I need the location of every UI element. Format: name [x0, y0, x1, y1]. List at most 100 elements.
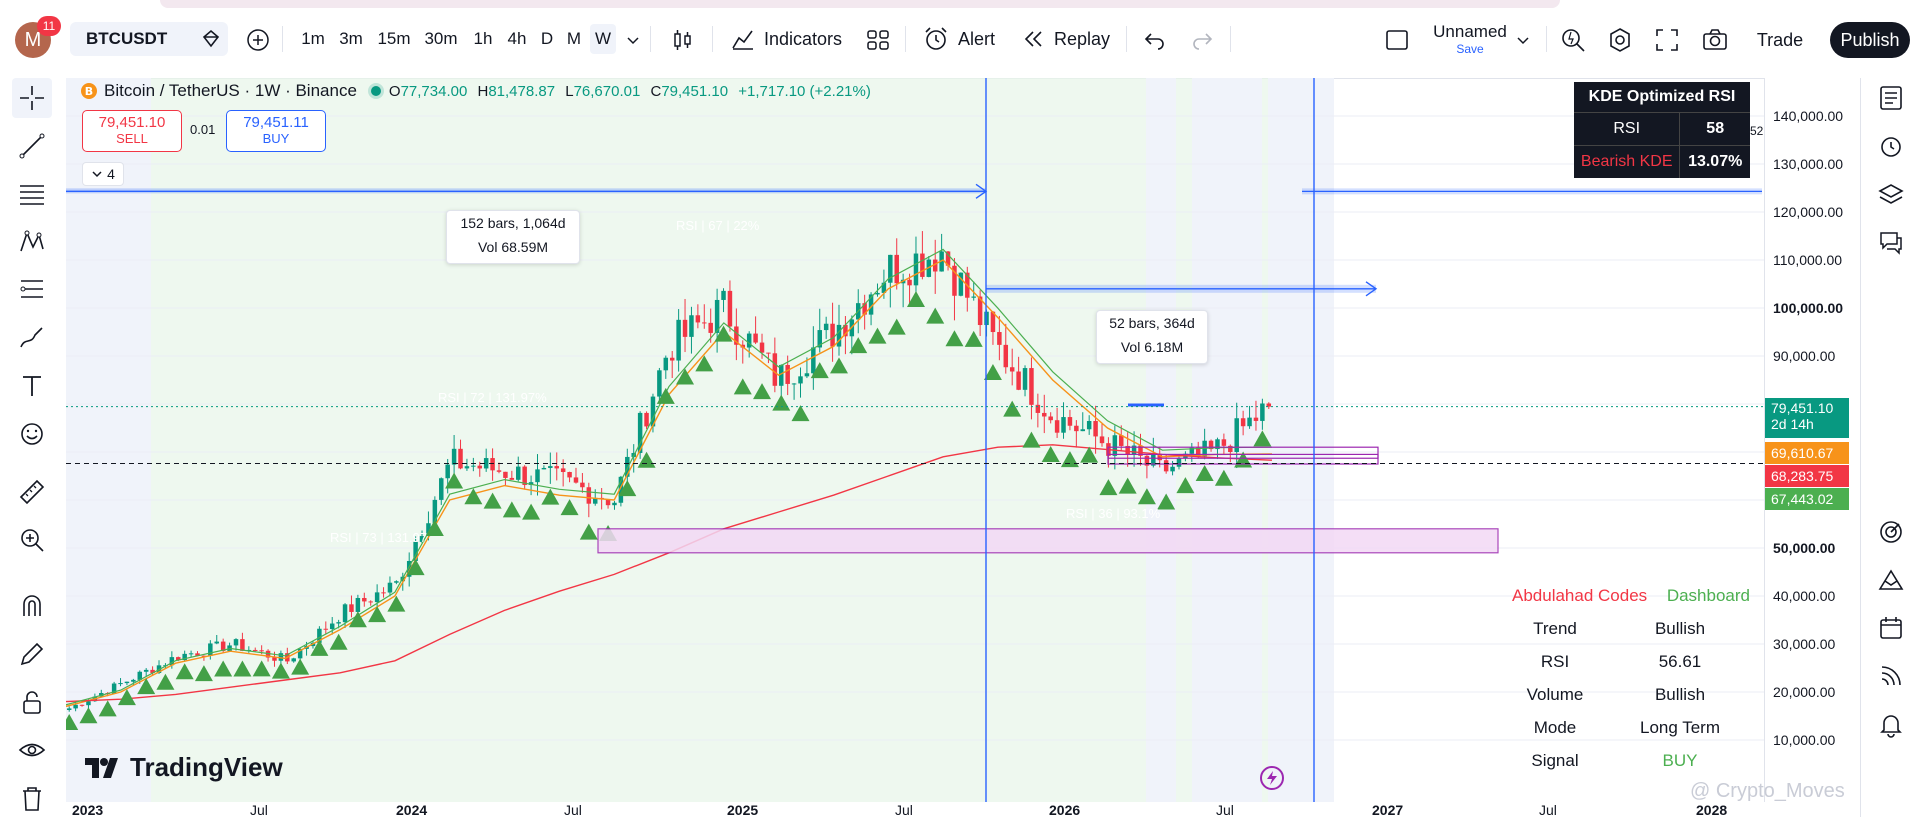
camera-icon[interactable] [1701, 27, 1729, 53]
replay-button[interactable]: Replay [1022, 22, 1110, 56]
widget-bar [1860, 78, 1919, 817]
candle-body [349, 604, 354, 612]
layers-button[interactable] [1873, 176, 1909, 212]
candle-body [1080, 429, 1086, 432]
divider [1126, 26, 1127, 52]
tf-4h[interactable]: 4h [502, 24, 532, 54]
candle-body [1093, 420, 1098, 437]
measure-2-vol: Vol 6.18M [1120, 339, 1184, 355]
ideas-button[interactable] [1873, 562, 1909, 598]
pattern-tool[interactable] [12, 222, 52, 262]
avatar[interactable]: M 11 [15, 16, 61, 58]
trash-tool[interactable] [12, 778, 52, 818]
layout-square-icon[interactable] [1384, 27, 1410, 53]
spread-value: 0.01 [190, 122, 216, 137]
fib-tool[interactable] [12, 174, 52, 214]
compare-add-icon[interactable] [245, 27, 271, 53]
publish-button[interactable]: Publish [1830, 22, 1910, 58]
measure-box-2[interactable]: 52 bars, 364d Vol 6.18M [1096, 310, 1208, 364]
buy-label: BUY [262, 131, 290, 146]
candle-body [727, 290, 733, 327]
tf-w[interactable]: W [590, 24, 616, 54]
redo-icon[interactable] [1190, 28, 1214, 52]
low-label: L [565, 82, 574, 100]
chat-button[interactable] [1873, 224, 1909, 260]
tf-m[interactable]: M [562, 24, 586, 54]
magnet-tool[interactable] [12, 586, 52, 626]
candle-body [669, 357, 675, 361]
bell-icon [1880, 715, 1902, 738]
candle-body [490, 458, 495, 471]
top-toolbar: M 11 BTCUSDT 1m 3m 15m 30m 1h 4h D M W I… [0, 0, 1919, 79]
candle-body [1221, 439, 1227, 446]
high-label: H [477, 82, 489, 100]
fullscreen-icon[interactable] [1654, 27, 1680, 53]
text-tool[interactable] [12, 366, 52, 406]
tf-1h[interactable]: 1h [468, 24, 498, 54]
candle-body [836, 324, 842, 347]
chevron-down-icon [92, 171, 102, 178]
settings-gear-icon[interactable] [1606, 26, 1634, 54]
undo-icon[interactable] [1143, 28, 1167, 52]
visibility-tool[interactable] [12, 730, 52, 770]
indicators-button[interactable]: Indicators [730, 22, 842, 56]
lightning-icon[interactable] [1260, 766, 1284, 790]
price-tick: 120,000.00 [1773, 204, 1844, 220]
buy-button[interactable]: 79,451.11 BUY [226, 110, 326, 152]
calendar-button[interactable] [1873, 610, 1909, 646]
layout-name[interactable]: Unnamed Save [1420, 22, 1520, 56]
emoji-tool[interactable] [12, 414, 52, 454]
price-tick: 50,000.00 [1773, 540, 1836, 556]
price-scale[interactable]: 140,000.00 130,000.00 120,000.00 110,000.00… [1764, 78, 1861, 802]
forecast-tool[interactable] [12, 270, 52, 310]
chevron-down-icon[interactable] [626, 33, 640, 47]
alerts-button[interactable] [1873, 128, 1909, 164]
candle-body [1067, 417, 1073, 426]
target-icon [1880, 521, 1902, 543]
templates-icon[interactable] [865, 27, 891, 53]
indicators-collapse-toggle[interactable]: 4 [82, 162, 124, 186]
candle-body [830, 323, 835, 347]
sell-label: SELL [116, 131, 148, 146]
crosshair-tool[interactable] [12, 78, 52, 118]
quick-search-icon[interactable] [1559, 26, 1587, 54]
diamond-icon[interactable] [200, 28, 222, 50]
measure-box-1[interactable]: 152 bars, 1,064d Vol 68.59M [446, 210, 580, 264]
target-button[interactable] [1873, 514, 1909, 550]
time-axis[interactable]: 2023 Jul 2024 Jul 2025 Jul 2026 Jul 2027 Jul 2028 [66, 802, 1764, 818]
tf-15m[interactable]: 15m [374, 24, 414, 54]
alert-button[interactable]: Alert [922, 22, 995, 56]
tv-logo-icon [85, 757, 118, 778]
zoom-tool[interactable] [12, 520, 52, 560]
candle-body [131, 679, 136, 682]
sell-button[interactable]: 79,451.10 SELL [82, 110, 182, 152]
tf-d[interactable]: D [536, 24, 558, 54]
tradingview-logo[interactable]: TradingView [84, 752, 283, 783]
candle-body [560, 468, 566, 473]
sell-price: 79,451.10 [98, 114, 166, 131]
stay-drawing-tool[interactable] [12, 634, 52, 674]
tf-3m[interactable]: 3m [336, 24, 366, 54]
notification-badge: 11 [37, 16, 61, 36]
tf-30m[interactable]: 30m [421, 24, 461, 54]
symbol-title: Bitcoin / TetherUS · 1W · Binance [104, 81, 357, 100]
divider [905, 26, 906, 52]
candles-icon[interactable] [670, 27, 696, 53]
tf-1m[interactable]: 1m [298, 24, 328, 54]
watchlist-button[interactable] [1873, 80, 1909, 116]
symbol-search[interactable]: BTCUSDT [70, 22, 228, 56]
chevron-down-icon[interactable] [1516, 33, 1530, 47]
candle-body [721, 290, 726, 300]
candle-body [240, 639, 245, 651]
candle-body [1016, 371, 1021, 390]
lock-tool[interactable] [12, 682, 52, 722]
brush-tool[interactable] [12, 318, 52, 358]
svg-text:B: B [85, 85, 93, 98]
candle-body [682, 319, 688, 337]
symbol-legend[interactable]: B Bitcoin / TetherUS · 1W · Binance O77,… [80, 80, 871, 102]
trendline-tool[interactable] [12, 126, 52, 166]
trade-button[interactable]: Trade [1744, 22, 1816, 58]
news-button[interactable] [1873, 658, 1909, 694]
notifications-button[interactable] [1873, 706, 1909, 742]
ruler-tool[interactable] [12, 472, 52, 512]
